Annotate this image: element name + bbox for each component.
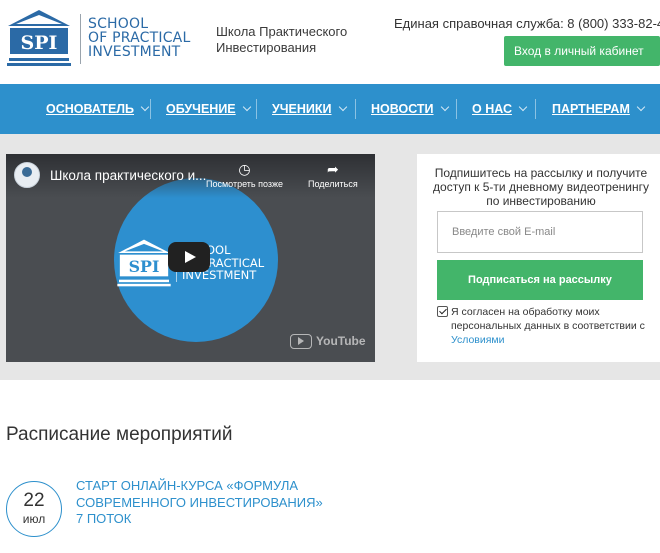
nav-item-label: ПАРТНЕРАМ xyxy=(552,102,630,116)
watch-later-label: Посмотреть позже xyxy=(206,179,284,189)
event-link[interactable]: СТАРТ ОНЛАЙН-КУРСА «ФОРМУЛА СОВРЕМЕННОГО… xyxy=(76,478,336,528)
chevron-down-icon xyxy=(518,102,528,112)
nav-item-about[interactable]: О НАС xyxy=(472,102,528,116)
nav-separator xyxy=(456,99,457,119)
event-title-line: 7 ПОТОК xyxy=(76,511,132,526)
consent-label: Я согласен на обработку моих персональны… xyxy=(451,306,645,332)
share-label: Поделиться xyxy=(308,179,358,189)
video-logo-emblem-icon: SPI xyxy=(117,239,171,287)
nav-item-news[interactable]: НОВОСТИ xyxy=(371,102,449,116)
logo-line: OF PRACTICAL xyxy=(88,30,191,46)
nav-separator xyxy=(535,99,536,119)
video-logo-abbr: SPI xyxy=(129,257,160,276)
chevron-down-icon xyxy=(636,102,646,112)
site-header: SPI SCHOOL OF PRACTICAL INVESTMENT Школа… xyxy=(0,0,660,84)
subscribe-heading: Подпишитесь на рассылку и получите досту… xyxy=(433,166,649,208)
consent-text: Я согласен на обработку моих персональны… xyxy=(451,305,651,347)
logo-wordmark[interactable]: SCHOOL OF PRACTICAL INVESTMENT xyxy=(88,17,198,59)
video-title[interactable]: Школа практического и... xyxy=(50,168,206,183)
logo-divider xyxy=(80,14,81,64)
events-heading: Расписание мероприятий xyxy=(6,424,233,445)
chevron-down-icon xyxy=(140,102,150,112)
terms-link[interactable]: Условиями xyxy=(451,334,505,346)
video-player[interactable]: SPI SCHOOL OF PRACTICAL INVESTMENT Школа… xyxy=(6,154,375,362)
watch-later-button[interactable]: ◷ Посмотреть позже xyxy=(206,162,283,189)
event-date-badge: 22 июл xyxy=(6,481,62,537)
nav-separator xyxy=(150,99,151,119)
subscribe-button[interactable]: Подписаться на рассылку xyxy=(437,260,643,300)
play-button[interactable] xyxy=(168,242,210,272)
nav-item-label: ОСНОВАТЕЛЬ xyxy=(46,102,135,116)
nav-item-label: УЧЕНИКИ xyxy=(272,102,332,116)
youtube-logo[interactable]: YouTube xyxy=(290,334,366,350)
event-title-line: СТАРТ ОНЛАЙН-КУРСА «ФОРМУЛА xyxy=(76,478,299,493)
nav-separator xyxy=(256,99,257,119)
youtube-play-icon xyxy=(290,334,312,350)
consent-checkbox[interactable] xyxy=(437,306,448,317)
tagline-line: Школа Практического xyxy=(216,24,348,39)
share-button[interactable]: ➦ Поделиться xyxy=(308,162,358,189)
nav-item-founder[interactable]: ОСНОВАТЕЛЬ xyxy=(46,102,150,116)
chevron-down-icon xyxy=(440,102,449,112)
tagline-line: Инвестирования xyxy=(216,40,317,55)
email-input[interactable] xyxy=(437,211,643,253)
hotline-text: Единая справочная служба: 8 (800) 333-82… xyxy=(394,16,660,31)
main-nav: ОСНОВАТЕЛЬ ОБУЧЕНИЕ УЧЕНИКИ НОВОСТИ О НА… xyxy=(0,84,660,134)
event-day: 22 xyxy=(23,490,45,511)
subscribe-panel: Подпишитесь на рассылку и получите досту… xyxy=(417,154,660,362)
login-button[interactable]: Вход в личный кабинет xyxy=(504,36,660,66)
nav-item-partners[interactable]: ПАРТНЕРАМ xyxy=(552,102,646,116)
nav-item-students[interactable]: УЧЕНИКИ xyxy=(272,102,347,116)
clock-icon: ◷ xyxy=(238,161,251,177)
event-title-line: СОВРЕМЕННОГО ИНВЕСТИРОВАНИЯ» xyxy=(76,494,323,510)
chevron-down-icon xyxy=(242,102,251,112)
logo-line: SCHOOL xyxy=(88,16,149,32)
share-icon: ➦ xyxy=(326,161,339,177)
nav-item-label: О НАС xyxy=(472,102,512,116)
site-tagline: Школа Практического Инвестирования xyxy=(216,24,386,56)
nav-separator xyxy=(355,99,356,119)
event-month: июл xyxy=(22,512,46,526)
nav-item-education[interactable]: ОБУЧЕНИЕ xyxy=(166,102,251,116)
nav-item-label: НОВОСТИ xyxy=(371,102,434,116)
channel-avatar[interactable] xyxy=(14,162,40,188)
logo-emblem-icon[interactable]: SPI xyxy=(6,8,72,68)
youtube-label: YouTube xyxy=(316,334,366,348)
chevron-down-icon xyxy=(338,102,347,112)
nav-item-label: ОБУЧЕНИЕ xyxy=(166,102,236,116)
logo-line: INVESTMENT xyxy=(88,44,181,60)
logo-abbr: SPI xyxy=(21,32,58,54)
